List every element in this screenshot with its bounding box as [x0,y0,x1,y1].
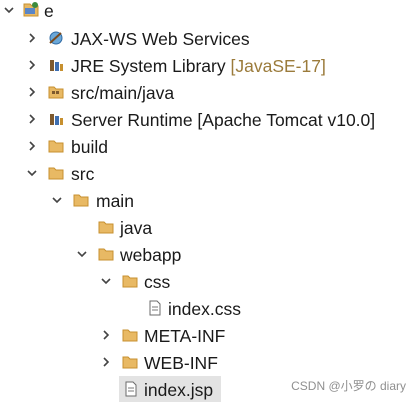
folder-icon [121,272,139,290]
folder-icon [97,245,115,263]
chevron-down-icon[interactable] [2,3,16,17]
tree-item-jaxws[interactable]: JAX-WS Web Services [71,26,250,52]
tree-item-meta-inf[interactable]: META-INF [144,323,225,349]
tree-item-index-css[interactable]: index.css [168,296,241,322]
watermark: CSDN @小罗の diary [291,379,406,393]
folder-icon [72,191,90,209]
project-explorer-tree: e JAX-WS Web Services JRE System Library… [0,0,418,404]
tree-item-src-main-java[interactable]: src/main/java [71,80,174,106]
tree-item-project[interactable]: e [44,0,54,24]
tree-item-webapp[interactable]: webapp [120,242,181,268]
chevron-down-icon[interactable] [50,193,64,207]
tree-item-server-runtime[interactable]: Server Runtime [Apache Tomcat v10.0] [71,107,375,133]
chevron-right-icon[interactable] [25,85,39,99]
tree-item-web-inf[interactable]: WEB-INF [144,350,218,376]
tree-item-decoration: [JavaSE-17] [230,56,326,76]
package-folder-icon [47,83,65,101]
tree-item-css[interactable]: css [144,269,170,295]
tree-item-java[interactable]: java [120,215,152,241]
chevron-down-icon[interactable] [75,247,89,261]
chevron-right-icon[interactable] [25,139,39,153]
folder-icon [121,353,139,371]
jaxws-icon [47,29,65,47]
chevron-right-icon[interactable] [25,58,39,72]
file-icon [122,380,140,398]
folder-icon [47,164,65,182]
library-icon [47,110,65,128]
chevron-right-icon[interactable] [25,31,39,45]
chevron-right-icon[interactable] [99,355,113,369]
tree-item-jre-library[interactable]: JRE System Library [JavaSE-17] [71,53,326,79]
chevron-right-icon[interactable] [25,112,39,126]
file-icon [146,299,164,317]
chevron-down-icon[interactable] [99,274,113,288]
chevron-right-icon[interactable] [99,328,113,342]
project-icon [22,1,40,19]
tree-item-build[interactable]: build [71,134,108,160]
tree-item-main[interactable]: main [96,188,134,214]
tree-item-index-jsp[interactable]: index.jsp [144,377,213,403]
tree-item-src[interactable]: src [71,161,94,187]
chevron-down-icon[interactable] [25,166,39,180]
folder-icon [47,137,65,155]
library-icon [47,56,65,74]
tree-item-label: JRE System Library [71,56,226,76]
folder-icon [97,218,115,236]
folder-icon [121,326,139,344]
